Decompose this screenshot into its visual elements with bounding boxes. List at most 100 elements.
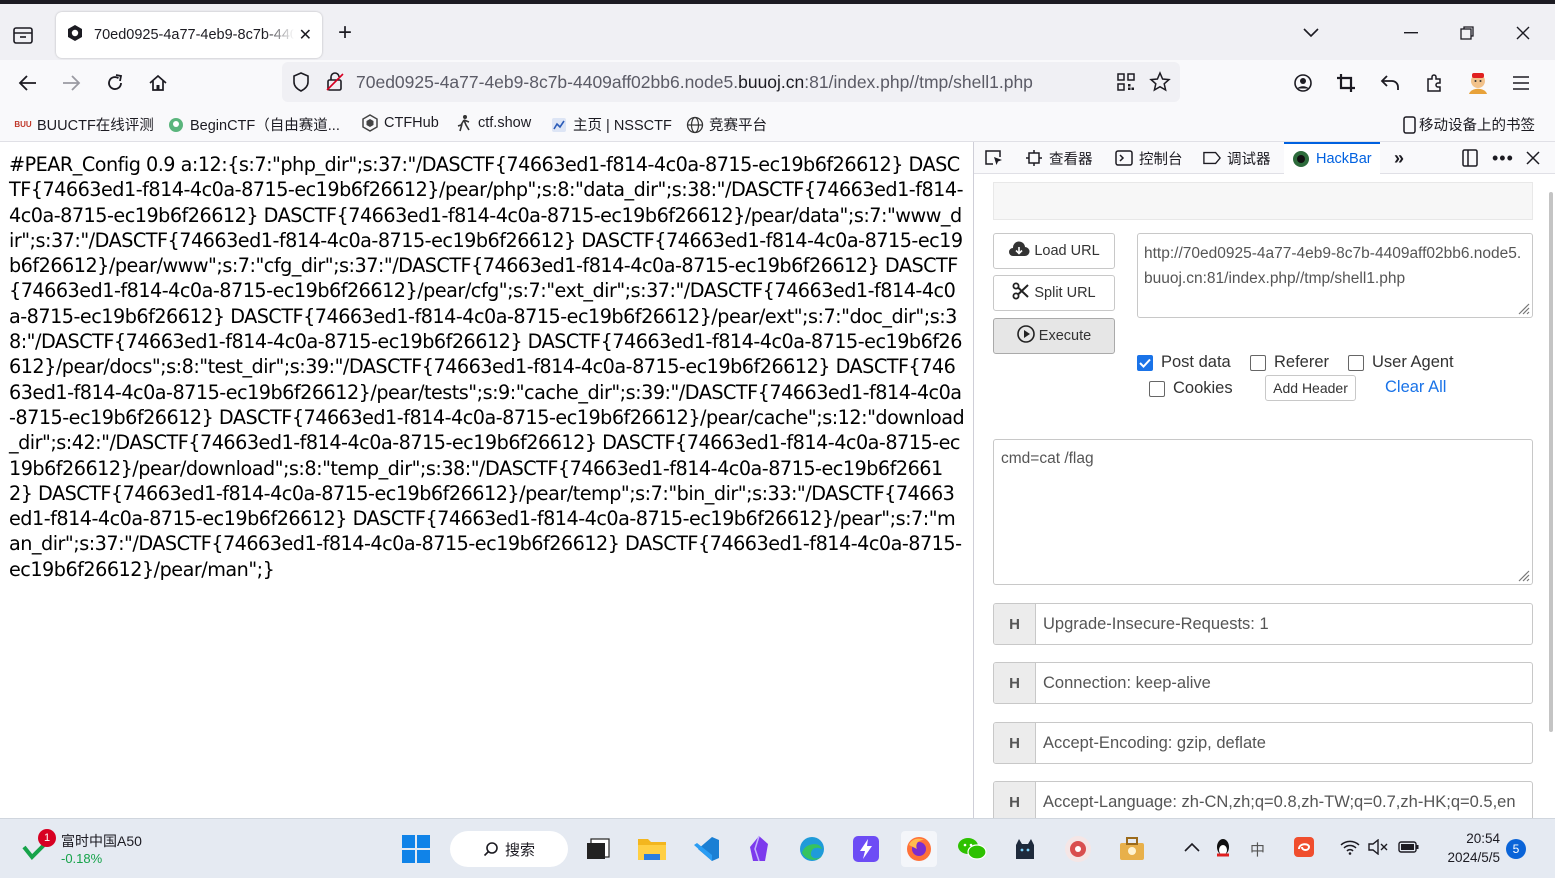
mobile-bookmarks[interactable]: 移动设备上的书签	[1402, 114, 1535, 135]
back-icon[interactable]	[15, 70, 41, 96]
user-agent-label: User Agent	[1372, 353, 1454, 371]
user-agent-checkbox[interactable]: User Agent	[1348, 353, 1454, 372]
wifi-icon[interactable]	[1340, 839, 1360, 860]
debugger-icon	[1203, 150, 1221, 166]
clear-all-link[interactable]: Clear All	[1385, 378, 1446, 397]
referer-checkbox[interactable]: Referer	[1250, 353, 1329, 372]
game-app-icon[interactable]	[1060, 831, 1096, 867]
tab-list-icon[interactable]	[10, 22, 36, 48]
ime-indicator[interactable]: 中	[1250, 839, 1265, 860]
scissors-icon	[1012, 282, 1030, 305]
tab-hackbar[interactable]: HackBar	[1284, 142, 1380, 174]
reload-icon[interactable]	[102, 70, 128, 96]
toolbox-app-icon[interactable]	[1114, 831, 1150, 867]
stock-widget[interactable]: 1 富时中国A50 -0.18%	[22, 829, 152, 871]
qr-code-icon[interactable]	[1116, 72, 1136, 97]
execute-label: Execute	[1038, 328, 1092, 344]
tab-close-icon[interactable]: ✕	[299, 25, 312, 45]
header-value-input[interactable]: Accept-Language: zh-CN,zh;q=0.8,zh-TW;q=…	[1036, 782, 1516, 818]
qq-icon[interactable]	[1214, 837, 1232, 864]
bookmark-star-icon[interactable]	[1149, 71, 1171, 98]
notification-badge[interactable]: 5	[1506, 839, 1526, 859]
cat-app-icon[interactable]	[1007, 831, 1043, 867]
resize-grip-icon[interactable]	[1516, 568, 1530, 582]
add-header-button[interactable]: Add Header	[1265, 375, 1356, 401]
file-explorer-icon[interactable]	[634, 831, 670, 867]
more-tabs-chevron-icon[interactable]: »	[1394, 142, 1404, 174]
checkbox-checked-icon	[1137, 354, 1153, 371]
tab-inspector[interactable]: 查看器	[1025, 142, 1093, 174]
bookmark-ctfshow[interactable]: ctf.show	[455, 114, 531, 132]
show-hidden-icons-chevron-icon[interactable]	[1184, 839, 1200, 857]
devtools-toolbar: 查看器 控制台 调试器 HackBar » •••	[974, 142, 1555, 174]
vscode-icon[interactable]	[688, 831, 724, 867]
tracking-shield-icon[interactable]	[292, 72, 310, 97]
account-icon[interactable]	[1290, 70, 1316, 96]
bookmark-competition[interactable]: 竞赛平台	[686, 114, 767, 135]
header-value-input[interactable]: Accept-Encoding: gzip, deflate	[1036, 723, 1266, 763]
minimize-icon[interactable]	[1396, 18, 1426, 48]
browser-tab[interactable]: 70ed0925-4a77-4eb9-8c7b-4409aff02bb6 ✕	[56, 12, 322, 58]
restore-icon[interactable]	[1452, 18, 1482, 48]
volume-muted-icon[interactable]	[1368, 838, 1388, 860]
insecure-lock-icon[interactable]	[326, 72, 344, 97]
tab-favicon-icon	[66, 24, 84, 47]
forward-icon[interactable]	[58, 70, 84, 96]
bookmark-beginctf[interactable]: BeginCTF（自由赛道...	[167, 114, 340, 135]
battery-icon[interactable]	[1398, 839, 1420, 860]
resize-grip-icon[interactable]	[1516, 301, 1530, 315]
execute-button[interactable]: Execute	[993, 318, 1115, 354]
extensions-icon[interactable]	[1421, 70, 1447, 96]
undo-icon[interactable]	[1377, 70, 1403, 96]
header-toggle-button[interactable]: H	[994, 604, 1036, 644]
header-toggle-button[interactable]: H	[994, 723, 1036, 763]
bookmark-ctfhub[interactable]: CTFHub	[361, 114, 439, 132]
load-url-button[interactable]: Load URL	[993, 233, 1115, 269]
element-picker-icon[interactable]	[984, 142, 1004, 174]
header-value-input[interactable]: Upgrade-Insecure-Requests: 1	[1036, 604, 1269, 644]
more-options-icon[interactable]: •••	[1492, 142, 1514, 174]
cookies-checkbox[interactable]: Cookies	[1149, 379, 1233, 398]
tab-debugger[interactable]: 调试器	[1203, 142, 1271, 174]
edge-icon[interactable]	[794, 831, 830, 867]
crop-screenshot-icon[interactable]	[1333, 70, 1359, 96]
obsidian-icon[interactable]	[741, 831, 777, 867]
header-toggle-button[interactable]: H	[994, 782, 1036, 818]
search-icon	[483, 842, 498, 857]
taskbar-search[interactable]: 搜索	[450, 831, 568, 867]
extension-avatar-icon[interactable]	[1465, 70, 1491, 96]
header-value-input[interactable]: Connection: keep-alive	[1036, 663, 1211, 703]
windows-start-icon[interactable]	[398, 831, 434, 867]
power-automate-icon[interactable]	[848, 831, 884, 867]
menu-icon[interactable]	[1508, 70, 1534, 96]
task-view-icon[interactable]	[580, 831, 616, 867]
bookmark-label: 竞赛平台	[709, 118, 767, 134]
tab-debugger-label: 调试器	[1227, 151, 1271, 168]
url-domain: buuoj.cn	[738, 72, 805, 92]
header-row: H Accept-Language: zh-CN,zh;q=0.8,zh-TW;…	[993, 781, 1533, 818]
bookmark-buuctf[interactable]: BUU BUUCTF在线评测	[14, 114, 153, 135]
cloud-download-icon	[1008, 240, 1030, 262]
wps-icon[interactable]	[1294, 837, 1314, 862]
search-label: 搜索	[504, 841, 535, 859]
split-url-button[interactable]: Split URL	[993, 275, 1115, 311]
address-bar[interactable]: 70ed0925-4a77-4eb9-8c7b-4409aff02bb6.nod…	[282, 62, 1180, 102]
url-textarea[interactable]: http://70ed0925-4a77-4eb9-8c7b-4409aff02…	[1137, 233, 1533, 318]
post-data-textarea[interactable]: cmd=cat /flag	[993, 439, 1533, 585]
dock-side-icon[interactable]	[1461, 142, 1479, 174]
new-tab-icon[interactable]: +	[338, 20, 352, 46]
post-data-checkbox[interactable]: Post data	[1137, 353, 1231, 372]
clock[interactable]: 20:54 2024/5/5	[1440, 829, 1500, 867]
bookmark-nssctf[interactable]: 主页 | NSSCTF	[550, 114, 672, 135]
tab-console[interactable]: 控制台	[1115, 142, 1183, 174]
wechat-icon[interactable]	[954, 831, 990, 867]
url-textarea-value: http://70ed0925-4a77-4eb9-8c7b-4409aff02…	[1144, 245, 1522, 287]
close-devtools-icon[interactable]	[1526, 142, 1540, 174]
devtools-scrollbar[interactable]	[1549, 192, 1553, 732]
home-icon[interactable]	[145, 70, 171, 96]
firefox-icon[interactable]	[901, 831, 937, 867]
list-all-tabs-icon[interactable]	[1296, 18, 1326, 48]
header-toggle-button[interactable]: H	[994, 663, 1036, 703]
close-window-icon[interactable]	[1508, 18, 1538, 48]
tab-console-label: 控制台	[1139, 151, 1183, 168]
